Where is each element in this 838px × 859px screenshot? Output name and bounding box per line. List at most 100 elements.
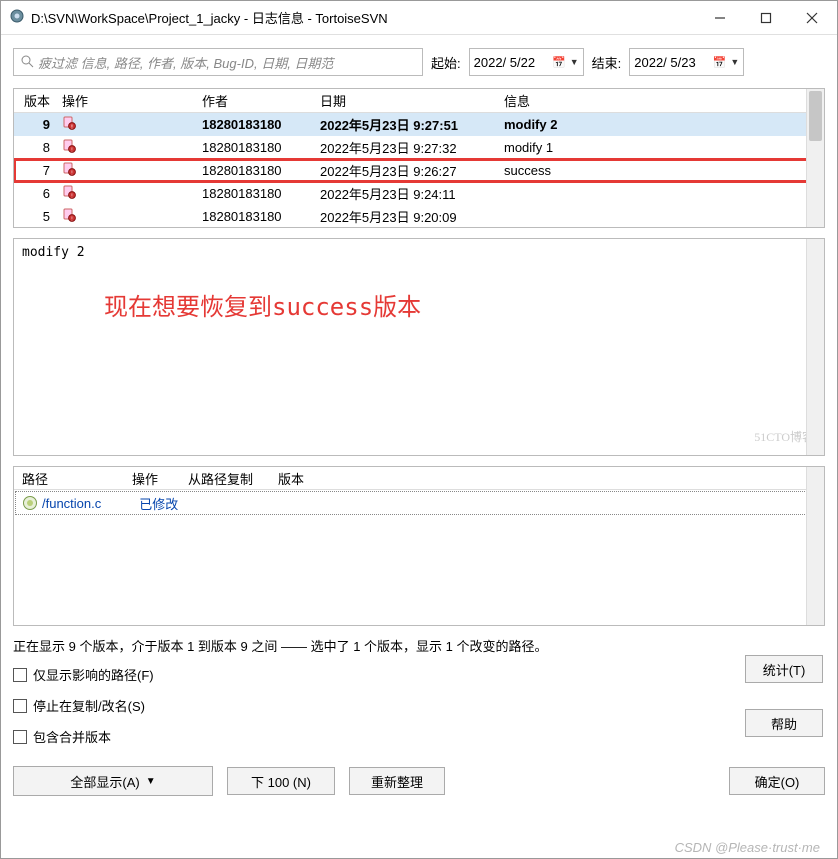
scrollbar[interactable] — [806, 467, 824, 625]
cell-date: 2022年5月23日 9:24:11 — [314, 184, 498, 203]
header-action[interactable]: 操作 — [56, 91, 196, 110]
svg-text:!: ! — [71, 147, 72, 153]
maximize-button[interactable] — [743, 2, 789, 34]
date-to-picker[interactable]: 2022/ 5/23 📅 ▼ — [629, 48, 744, 76]
log-table: 版本 操作 作者 日期 信息 9!182801831802022年5月23日 9… — [13, 88, 825, 228]
svg-text:!: ! — [71, 170, 72, 176]
changed-path-row[interactable]: /function.c 已修改 — [15, 491, 823, 515]
scrollbar-thumb[interactable] — [809, 91, 822, 141]
cell-message: success — [498, 163, 824, 178]
date-from-value: 2022/ 5/22 — [474, 55, 535, 70]
date-from-picker[interactable]: 2022/ 5/22 📅 ▼ — [469, 48, 584, 76]
log-row[interactable]: 6! 182801831802022年5月23日 9:24:11 — [14, 182, 824, 205]
modify-icon: ! — [62, 116, 76, 130]
minimize-button[interactable] — [697, 2, 743, 34]
svg-text:!: ! — [71, 193, 72, 199]
close-button[interactable] — [789, 2, 835, 34]
titlebar: D:\SVN\WorkSpace\Project_1_jacky - 日志信息 … — [1, 1, 837, 35]
header-date[interactable]: 日期 — [314, 91, 498, 110]
help-button[interactable]: 帮助 — [745, 709, 823, 737]
search-icon — [20, 54, 34, 71]
changes-header: 路径 操作 从路径复制 版本 — [14, 467, 824, 490]
checkbox-affected-paths[interactable]: 仅显示影响的路径(F) — [13, 665, 825, 684]
cell-revision: 6 — [14, 186, 56, 201]
cell-date: 2022年5月23日 9:26:27 — [314, 161, 498, 180]
svg-text:!: ! — [71, 216, 72, 222]
cell-revision: 8 — [14, 140, 56, 155]
checkbox-icon — [13, 730, 27, 744]
checkbox-stop-on-copy[interactable]: 停止在复制/改名(S) — [13, 696, 825, 715]
cell-action: ! — [56, 208, 196, 225]
file-action: 已修改 — [139, 494, 178, 513]
checkbox-label: 仅显示影响的路径(F) — [33, 665, 154, 684]
window-title: D:\SVN\WorkSpace\Project_1_jacky - 日志信息 … — [31, 8, 697, 27]
calendar-icon: 📅 — [552, 56, 566, 69]
filter-placeholder: 疲过滤 信息, 路径, 作者, 版本, Bug-ID, 日期, 日期范 — [38, 53, 333, 72]
annotation-overlay: 现在想要恢复到success版本 — [104, 287, 421, 322]
cell-date: 2022年5月23日 9:27:51 — [314, 115, 498, 134]
header-message[interactable]: 信息 — [498, 91, 824, 110]
log-row[interactable]: 5!182801831802022年5月23日 9:20:09 — [14, 205, 824, 228]
cell-revision: 7 — [14, 163, 56, 178]
chevron-down-icon: ▼ — [570, 57, 579, 67]
modify-icon: ! — [62, 139, 76, 153]
cell-action: ! — [56, 185, 196, 202]
from-label: 起始: — [431, 53, 461, 72]
refresh-button[interactable]: 重新整理 — [349, 767, 445, 795]
footer-watermark: CSDN @Please·trust·me — [675, 840, 820, 855]
header-action[interactable]: 操作 — [124, 469, 180, 488]
cell-action: ! — [56, 116, 196, 133]
log-row[interactable]: 7! 182801831802022年5月23日 9:26:27success — [14, 159, 824, 182]
cell-author: 18280183180 — [196, 163, 314, 178]
cell-date: 2022年5月23日 9:27:32 — [314, 138, 498, 157]
log-row[interactable]: 8! 182801831802022年5月23日 9:27:32modify 1 — [14, 136, 824, 159]
bottom-bar: 全部显示(A)▼ 下 100 (N) 重新整理 确定(O) — [13, 766, 825, 796]
cell-author: 18280183180 — [196, 117, 314, 132]
cell-action: ! — [56, 162, 196, 179]
cell-date: 2022年5月23日 9:20:09 — [314, 207, 498, 226]
status-text: 正在显示 9 个版本，介于版本 1 到版本 9 之间 —— 选中了 1 个版本，… — [13, 636, 825, 655]
header-revision[interactable]: 版本 — [14, 91, 56, 110]
checkbox-include-merge[interactable]: 包含合并版本 — [13, 727, 825, 746]
date-to-value: 2022/ 5/23 — [634, 55, 695, 70]
checkbox-label: 包含合并版本 — [33, 727, 111, 746]
chevron-down-icon: ▼ — [146, 776, 156, 787]
cell-author: 18280183180 — [196, 140, 314, 155]
cell-message: modify 1 — [498, 140, 824, 155]
filter-input[interactable]: 疲过滤 信息, 路径, 作者, 版本, Bug-ID, 日期, 日期范 — [13, 48, 423, 76]
ok-button[interactable]: 确定(O) — [729, 767, 825, 795]
header-author[interactable]: 作者 — [196, 91, 314, 110]
header-path[interactable]: 路径 — [14, 469, 124, 488]
scrollbar[interactable] — [806, 89, 824, 227]
changed-paths-pane: 路径 操作 从路径复制 版本 /function.c 已修改 — [13, 466, 825, 626]
next-100-button[interactable]: 下 100 (N) — [227, 767, 335, 795]
calendar-icon: 📅 — [713, 56, 727, 69]
app-icon — [9, 8, 25, 27]
cell-message: modify 2 — [498, 117, 824, 132]
modify-icon: ! — [62, 162, 76, 176]
cell-revision: 9 — [14, 117, 56, 132]
modify-icon: ! — [62, 208, 76, 222]
checkbox-icon — [13, 699, 27, 713]
chevron-down-icon: ▼ — [730, 57, 739, 67]
cell-action: ! — [56, 139, 196, 156]
cell-author: 18280183180 — [196, 186, 314, 201]
scrollbar[interactable] — [806, 239, 824, 455]
stats-button[interactable]: 统计(T) — [745, 655, 823, 683]
header-revision[interactable]: 版本 — [270, 469, 824, 488]
options-area: 仅显示影响的路径(F) 停止在复制/改名(S) 包含合并版本 — [13, 665, 825, 746]
commit-message-text: modify 2 — [22, 245, 85, 260]
log-row[interactable]: 9! 182801831802022年5月23日 9:27:51modify 2 — [14, 113, 824, 136]
cell-author: 18280183180 — [196, 209, 314, 224]
file-icon — [22, 495, 38, 511]
file-path: /function.c — [42, 496, 101, 511]
filter-toolbar: 疲过滤 信息, 路径, 作者, 版本, Bug-ID, 日期, 日期范 起始: … — [1, 35, 837, 84]
show-all-button[interactable]: 全部显示(A)▼ — [13, 766, 213, 796]
log-table-header: 版本 操作 作者 日期 信息 — [14, 89, 824, 113]
header-copyfrom[interactable]: 从路径复制 — [180, 469, 270, 488]
checkbox-icon — [13, 668, 27, 682]
commit-message-pane[interactable]: modify 2 现在想要恢复到success版本 51CTO博客 — [13, 238, 825, 456]
modify-icon: ! — [62, 185, 76, 199]
to-label: 结束: — [592, 53, 622, 72]
checkbox-label: 停止在复制/改名(S) — [33, 696, 145, 715]
